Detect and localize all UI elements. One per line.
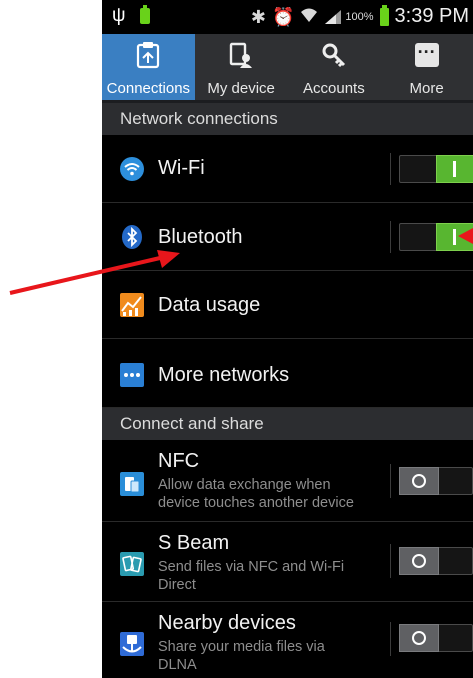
- more-networks-icon: [120, 363, 144, 387]
- nearby-devices-description: Share your media files via DLNA: [158, 638, 388, 674]
- s-beam-toggle[interactable]: [399, 547, 473, 575]
- wifi-label: Wi-Fi: [158, 157, 205, 179]
- nearby-devices-row[interactable]: Nearby devices Share your media files vi…: [102, 602, 473, 678]
- bluetooth-row[interactable]: Bluetooth: [102, 203, 473, 271]
- data-usage-icon: [120, 293, 144, 317]
- alarm-icon: ⏰: [271, 6, 295, 27]
- toggle-knob: [436, 223, 473, 251]
- divider: [390, 221, 391, 253]
- tab-connections[interactable]: Connections: [102, 34, 195, 100]
- s-beam-icon: [120, 552, 144, 576]
- data-usage-row[interactable]: Data usage: [102, 271, 473, 339]
- connections-icon: [135, 40, 161, 70]
- nfc-description: Allow data exchange when device touches …: [158, 476, 388, 512]
- divider: [390, 464, 391, 498]
- bluetooth-icon: [122, 225, 142, 249]
- status-bar: ψ ✱ ⏰ 100% 3:39 PM: [102, 0, 473, 34]
- nfc-row[interactable]: NFC Allow data exchange when device touc…: [102, 440, 473, 522]
- tab-accounts[interactable]: Accounts: [288, 34, 381, 100]
- more-networks-label: More networks: [158, 364, 290, 386]
- accounts-key-icon: [321, 40, 347, 70]
- my-device-icon: [228, 40, 254, 70]
- tab-more[interactable]: ··· More: [380, 34, 473, 100]
- more-dots-icon: ···: [414, 40, 439, 70]
- s-beam-label: S Beam: [158, 532, 230, 554]
- tab-label: More: [409, 80, 444, 97]
- toggle-knob: [399, 467, 439, 495]
- tab-label: Connections: [106, 80, 191, 97]
- tab-label: Accounts: [303, 80, 365, 97]
- nfc-icon: [120, 472, 144, 496]
- wifi-status-icon: [300, 6, 318, 28]
- section-header-network: Network connections: [102, 103, 473, 135]
- nfc-description-line: device touches another device: [158, 495, 354, 511]
- toggle-knob: [436, 155, 473, 183]
- s-beam-description-line: Direct: [158, 577, 196, 593]
- clock: 3:39 PM: [394, 5, 469, 27]
- nearby-devices-description-line: Share your media files via: [158, 639, 325, 655]
- battery-percent: 100%: [345, 10, 374, 23]
- nearby-devices-icon: [120, 632, 144, 656]
- s-beam-description-line: Send files via NFC and Wi-Fi: [158, 559, 345, 575]
- divider: [390, 544, 391, 578]
- toggle-knob: [399, 624, 439, 652]
- bluetooth-toggle[interactable]: [399, 223, 473, 251]
- battery-notification-icon: [139, 5, 150, 24]
- usb-icon: ψ: [112, 5, 126, 26]
- nearby-devices-label: Nearby devices: [158, 612, 296, 634]
- phone-screen: ψ ✱ ⏰ 100% 3:39 PM Connections My device…: [102, 0, 473, 678]
- s-beam-description: Send files via NFC and Wi-Fi Direct: [158, 558, 388, 594]
- settings-tabs: Connections My device Accounts ··· More: [102, 34, 473, 103]
- nfc-label: NFC: [158, 450, 200, 472]
- nfc-toggle[interactable]: [399, 467, 473, 495]
- wifi-toggle[interactable]: [399, 155, 473, 183]
- signal-icon: [324, 9, 342, 25]
- toggle-knob: [399, 547, 439, 575]
- wifi-row[interactable]: Wi-Fi: [102, 135, 473, 203]
- bluetooth-status-icon: ✱: [250, 6, 266, 27]
- nearby-devices-description-line: DLNA: [158, 657, 197, 673]
- s-beam-row[interactable]: S Beam Send files via NFC and Wi-Fi Dire…: [102, 522, 473, 602]
- nearby-devices-toggle[interactable]: [399, 624, 473, 652]
- bluetooth-label: Bluetooth: [158, 226, 243, 248]
- tab-label: My device: [207, 80, 275, 97]
- section-header-connect-share: Connect and share: [102, 408, 473, 440]
- battery-icon: [379, 4, 389, 26]
- data-usage-label: Data usage: [158, 294, 261, 316]
- wifi-icon: [120, 157, 144, 181]
- tab-my-device[interactable]: My device: [195, 34, 288, 100]
- divider: [390, 153, 391, 185]
- nfc-description-line: Allow data exchange when: [158, 477, 331, 493]
- more-networks-row[interactable]: More networks: [102, 339, 473, 408]
- divider: [390, 622, 391, 656]
